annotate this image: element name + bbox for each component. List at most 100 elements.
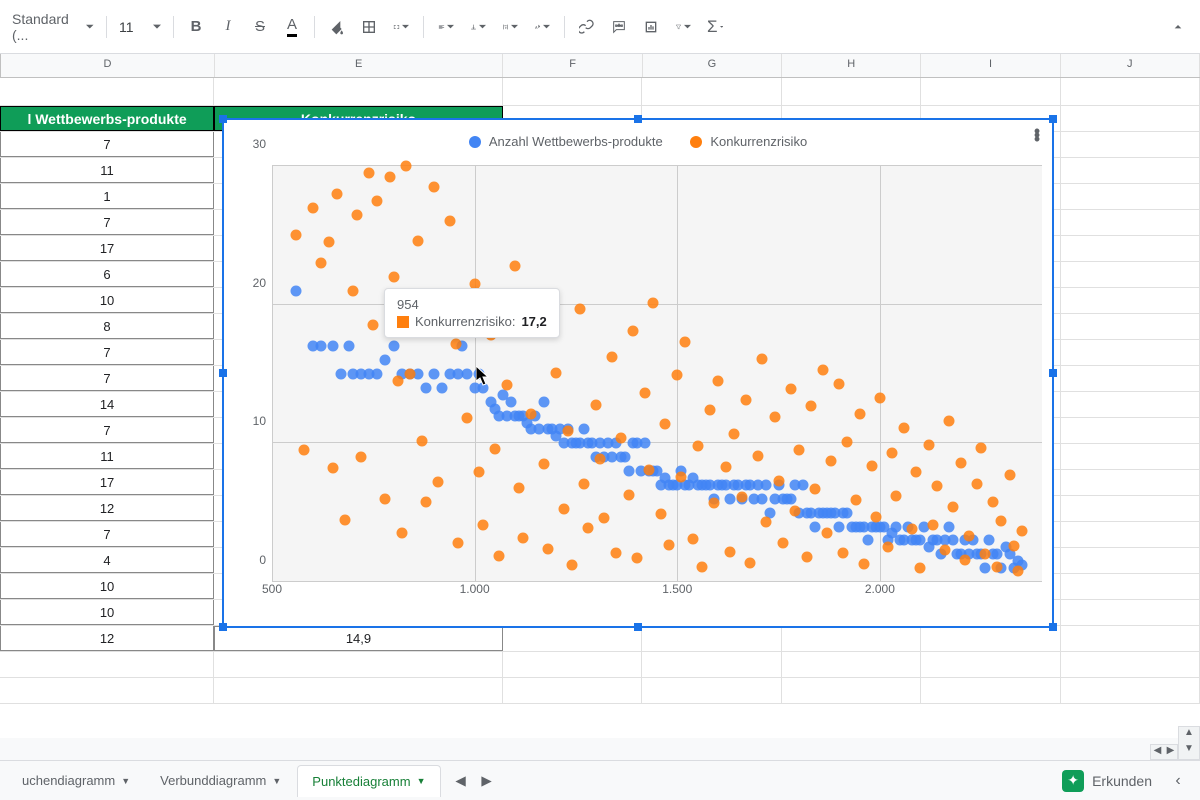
scatter-point[interactable] <box>429 369 440 380</box>
scatter-point[interactable] <box>887 448 898 459</box>
scatter-point[interactable] <box>943 521 954 532</box>
cell-d[interactable]: 7 <box>0 418 214 443</box>
cell[interactable] <box>1061 418 1200 443</box>
scatter-point[interactable] <box>502 380 513 391</box>
scroll-up-button[interactable]: ▲ <box>1179 727 1199 743</box>
scatter-point[interactable] <box>1004 470 1015 481</box>
scatter-point[interactable] <box>724 546 735 557</box>
scatter-point[interactable] <box>1012 565 1023 576</box>
scatter-point[interactable] <box>299 445 310 456</box>
spreadsheet-grid[interactable]: l Wettbewerbs-produkte Konkurrenzrisiko … <box>0 78 1200 738</box>
scatter-point[interactable] <box>797 479 808 490</box>
scatter-point[interactable] <box>785 493 796 504</box>
scatter-point[interactable] <box>757 493 768 504</box>
grid-row[interactable] <box>0 678 1200 704</box>
scatter-point[interactable] <box>558 503 569 514</box>
cell[interactable] <box>1061 652 1200 677</box>
scroll-right-button[interactable]: ▶ <box>1164 745 1177 759</box>
scatter-point[interactable] <box>704 405 715 416</box>
scatter-point[interactable] <box>542 543 553 554</box>
scatter-point[interactable] <box>761 479 772 490</box>
scatter-point[interactable] <box>850 495 861 506</box>
scatter-point[interactable] <box>724 493 735 504</box>
merge-cells-button[interactable] <box>387 13 415 41</box>
cell[interactable] <box>503 652 642 677</box>
scatter-point[interactable] <box>421 496 432 507</box>
scroll-down-button[interactable]: ▼ <box>1179 743 1199 759</box>
col-header-d[interactable]: D <box>1 54 215 77</box>
cell[interactable] <box>1061 314 1200 339</box>
scatter-point[interactable] <box>660 418 671 429</box>
sheet-tab-kuchen[interactable]: uchendiagramm▼ <box>8 765 144 796</box>
scatter-point[interactable] <box>870 511 881 522</box>
grid-row[interactable]: 1214,9 <box>0 626 1200 652</box>
filter-button[interactable] <box>669 13 697 41</box>
cell[interactable] <box>782 678 921 703</box>
cell[interactable] <box>1061 210 1200 235</box>
toolbar-collapse-button[interactable] <box>1164 13 1192 41</box>
chart-menu-button[interactable]: ••• <box>1028 128 1046 148</box>
cell[interactable] <box>0 678 214 703</box>
scatter-point[interactable] <box>599 513 610 524</box>
cell-d[interactable]: 12 <box>0 626 214 651</box>
scatter-point[interactable] <box>992 561 1003 572</box>
scatter-point[interactable] <box>955 457 966 468</box>
italic-button[interactable]: I <box>214 13 242 41</box>
cell-d[interactable]: 11 <box>0 158 214 183</box>
scatter-point[interactable] <box>858 558 869 569</box>
cell[interactable] <box>1061 626 1200 651</box>
scatter-point[interactable] <box>461 413 472 424</box>
scatter-point[interactable] <box>416 435 427 446</box>
cell[interactable] <box>1061 288 1200 313</box>
scatter-point[interactable] <box>899 423 910 434</box>
scatter-point[interactable] <box>822 528 833 539</box>
grid-row[interactable] <box>0 78 1200 106</box>
scatter-point[interactable] <box>348 285 359 296</box>
cell[interactable] <box>642 652 781 677</box>
scatter-point[interactable] <box>307 202 318 213</box>
cell-e[interactable]: 14,9 <box>214 626 503 651</box>
explore-button[interactable]: ✦ Erkunden <box>1052 764 1162 798</box>
scatter-point[interactable] <box>692 441 703 452</box>
scatter-point[interactable] <box>838 547 849 558</box>
scatter-point[interactable] <box>473 369 484 380</box>
col-header-i[interactable]: I <box>921 54 1060 77</box>
cell[interactable] <box>1061 574 1200 599</box>
scatter-point[interactable] <box>615 432 626 443</box>
cell[interactable] <box>1061 132 1200 157</box>
scatter-point[interactable] <box>404 369 415 380</box>
scatter-point[interactable] <box>862 535 873 546</box>
scatter-point[interactable] <box>842 507 853 518</box>
scatter-point[interactable] <box>834 378 845 389</box>
cell[interactable] <box>1061 548 1200 573</box>
scatter-point[interactable] <box>939 545 950 556</box>
side-panel-toggle[interactable]: ‹ <box>1164 772 1192 790</box>
col-header-h[interactable]: H <box>782 54 921 77</box>
cell[interactable] <box>1061 444 1200 469</box>
scatter-point[interactable] <box>1016 525 1027 536</box>
scatter-point[interactable] <box>372 195 383 206</box>
scatter-point[interactable] <box>826 456 837 467</box>
scatter-point[interactable] <box>631 553 642 564</box>
cell[interactable] <box>1061 262 1200 287</box>
col-header-e[interactable]: E <box>215 54 504 77</box>
cell[interactable] <box>503 678 642 703</box>
cell-d[interactable]: 11 <box>0 444 214 469</box>
cell[interactable] <box>1061 366 1200 391</box>
scatter-point[interactable] <box>672 370 683 381</box>
scatter-point[interactable] <box>1008 540 1019 551</box>
cell-d[interactable]: 10 <box>0 288 214 313</box>
scatter-point[interactable] <box>510 260 521 271</box>
scatter-point[interactable] <box>579 424 590 435</box>
sheet-tab-verbund[interactable]: Verbunddiagramm▼ <box>146 765 295 796</box>
scatter-point[interactable] <box>579 478 590 489</box>
scatter-point[interactable] <box>412 235 423 246</box>
borders-button[interactable] <box>355 13 383 41</box>
scatter-point[interactable] <box>647 298 658 309</box>
scatter-point[interactable] <box>493 550 504 561</box>
cell-d[interactable]: 12 <box>0 496 214 521</box>
h-scroll-buttons[interactable]: ◀ ▶ <box>1150 744 1178 760</box>
scatter-point[interactable] <box>356 452 367 463</box>
cell[interactable] <box>1061 678 1200 703</box>
scatter-point[interactable] <box>489 443 500 454</box>
